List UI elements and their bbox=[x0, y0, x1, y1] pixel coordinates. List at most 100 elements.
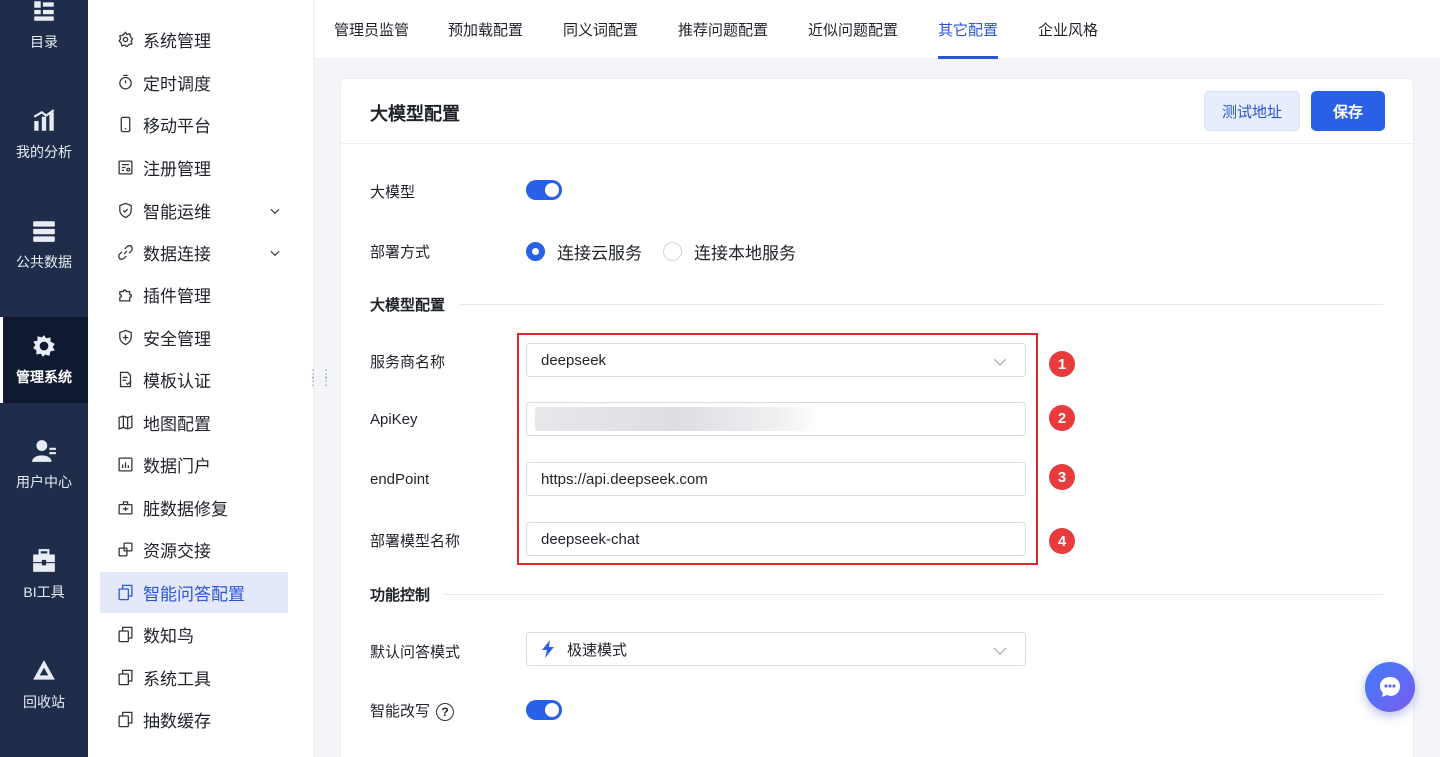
gear-icon bbox=[116, 31, 134, 49]
subnav-item-shuzhiniao[interactable]: 数知鸟 bbox=[100, 614, 288, 655]
subnav-item-label: 系统工具 bbox=[143, 670, 211, 689]
subnav-item-label: 定时调度 bbox=[143, 75, 211, 94]
tab-admin-supervision[interactable]: 管理员监管 bbox=[334, 0, 409, 59]
annotation-badge-4: 4 bbox=[1049, 528, 1075, 554]
catalog-icon bbox=[31, 0, 57, 24]
llm-toggle[interactable] bbox=[526, 180, 562, 200]
radio-label: 连接本地服务 bbox=[694, 244, 796, 263]
subnav-item-data-connection[interactable]: 数据连接 bbox=[100, 232, 288, 273]
copy-icon bbox=[116, 626, 134, 644]
rail-item-bi-tools[interactable]: BI工具 bbox=[0, 532, 88, 618]
tab-other-config[interactable]: 其它配置 bbox=[938, 0, 999, 59]
subnav-item-label: 插件管理 bbox=[143, 287, 211, 306]
llm-config-card: 大模型配置 测试地址 保存 大模型 部署方式 连接云服务 连接本地服务 大模型配… bbox=[340, 78, 1414, 757]
subnav-item-template-cert[interactable]: 模板认证 bbox=[100, 359, 288, 400]
rail-item-label: 回收站 bbox=[23, 694, 65, 710]
subnav-item-smart-ops[interactable]: 智能运维 bbox=[100, 190, 288, 231]
rail-item-recycle[interactable]: 回收站 bbox=[0, 642, 88, 728]
section-title: 功能控制 bbox=[370, 587, 431, 604]
subnav-item-label: 数据连接 bbox=[143, 245, 211, 264]
subnav-item-label: 数知鸟 bbox=[143, 627, 194, 646]
lightning-icon bbox=[541, 640, 555, 658]
rail-item-label: 目录 bbox=[30, 34, 58, 50]
subnav-item-label: 脏数据修复 bbox=[143, 500, 228, 519]
annotation-badge-1: 1 bbox=[1049, 351, 1075, 377]
smart-rewrite-toggle[interactable] bbox=[526, 700, 562, 720]
gear-settings-icon bbox=[31, 333, 57, 359]
subnav-item-label: 地图配置 bbox=[143, 415, 211, 434]
map-icon bbox=[116, 414, 134, 432]
recycle-icon bbox=[31, 658, 57, 684]
rail-item-public-data[interactable]: 公共数据 bbox=[0, 202, 88, 288]
provider-label: 服务商名称 bbox=[370, 354, 446, 371]
annotation-highlight-box bbox=[517, 333, 1038, 565]
toolbox-icon bbox=[31, 548, 57, 574]
chevron-down-icon bbox=[993, 643, 1007, 657]
subnav-item-label: 移动平台 bbox=[143, 117, 211, 136]
subnav-item-data-portal[interactable]: 数据门户 bbox=[100, 444, 288, 485]
annotation-badge-3: 3 bbox=[1049, 464, 1075, 490]
qa-mode-select[interactable]: 极速模式 bbox=[526, 632, 1026, 666]
chevron-down-icon[interactable] bbox=[268, 203, 282, 217]
subnav-item-system-management[interactable]: 系统管理 bbox=[100, 19, 288, 60]
smart-ops-icon bbox=[116, 202, 134, 220]
subnav-item-register[interactable]: 注册管理 bbox=[100, 147, 288, 188]
chat-bubble-icon bbox=[1380, 677, 1400, 697]
subnav-item-resource-handover[interactable]: 资源交接 bbox=[100, 529, 288, 570]
subnav-item-label: 数据门户 bbox=[143, 457, 211, 476]
rail-item-management[interactable]: 管理系统 bbox=[0, 317, 88, 403]
card-title: 大模型配置 bbox=[370, 104, 460, 124]
subnav-item-dirty-data-repair[interactable]: 脏数据修复 bbox=[100, 487, 288, 528]
test-address-button[interactable]: 测试地址 bbox=[1204, 91, 1300, 131]
radio-cloud-service[interactable]: 连接云服务 bbox=[526, 239, 642, 264]
sub-navigation: 系统管理 定时调度 移动平台 注册管理 智能运维 数据连接 插件管理 安全管理 … bbox=[88, 0, 314, 757]
subnav-item-system-tools[interactable]: 系统工具 bbox=[100, 657, 288, 698]
puzzle-icon bbox=[116, 286, 134, 304]
section-divider bbox=[444, 594, 1383, 595]
rail-item-label: 我的分析 bbox=[16, 144, 72, 160]
help-question-icon[interactable]: ? bbox=[436, 703, 455, 722]
annotation-badge-2: 2 bbox=[1049, 405, 1075, 431]
tab-similar-questions[interactable]: 近似问题配置 bbox=[808, 0, 898, 59]
subnav-item-mobile[interactable]: 移动平台 bbox=[100, 104, 288, 145]
repair-icon bbox=[116, 499, 134, 517]
resize-handle-icon[interactable]: ⋮⋮ ⋮⋮ bbox=[307, 368, 332, 393]
rail-item-catalog[interactable]: 目录 bbox=[0, 0, 88, 68]
subnav-item-label: 资源交接 bbox=[143, 542, 211, 561]
section-title: 大模型配置 bbox=[370, 297, 446, 314]
subnav-item-label: 智能运维 bbox=[143, 203, 211, 222]
save-button[interactable]: 保存 bbox=[1311, 91, 1385, 131]
analysis-chart-icon bbox=[31, 108, 57, 134]
radio-label: 连接云服务 bbox=[557, 244, 642, 263]
endpoint-label: endPoint bbox=[370, 471, 430, 488]
chat-assistant-button[interactable] bbox=[1365, 662, 1415, 712]
mobile-icon bbox=[116, 116, 134, 134]
subnav-item-scheduling[interactable]: 定时调度 bbox=[100, 62, 288, 103]
subnav-item-smart-qa-config[interactable]: 智能问答配置 bbox=[100, 572, 288, 613]
link-icon bbox=[116, 244, 134, 262]
subnav-item-label: 抽数缓存 bbox=[143, 712, 211, 731]
subnav-item-label: 模板认证 bbox=[143, 372, 211, 391]
rail-item-my-analysis[interactable]: 我的分析 bbox=[0, 92, 88, 178]
chevron-down-icon[interactable] bbox=[268, 245, 282, 259]
rail-item-label: 公共数据 bbox=[16, 254, 72, 270]
tab-recommended-questions[interactable]: 推荐问题配置 bbox=[678, 0, 768, 59]
handover-icon bbox=[116, 541, 134, 559]
subnav-item-extract-cache[interactable]: 抽数缓存 bbox=[100, 699, 288, 740]
subnav-item-security[interactable]: 安全管理 bbox=[100, 317, 288, 358]
subnav-item-label: 注册管理 bbox=[143, 160, 211, 179]
tab-enterprise-style[interactable]: 企业风格 bbox=[1038, 0, 1098, 59]
radio-local-service[interactable]: 连接本地服务 bbox=[663, 239, 796, 264]
subnav-item-map-config[interactable]: 地图配置 bbox=[100, 402, 288, 443]
subnav-item-plugins[interactable]: 插件管理 bbox=[100, 274, 288, 315]
template-icon bbox=[116, 371, 134, 389]
tab-preload-config[interactable]: 预加载配置 bbox=[448, 0, 523, 59]
smart-rewrite-label: 智能改写? bbox=[370, 700, 455, 722]
card-header: 大模型配置 测试地址 保存 bbox=[341, 79, 1413, 144]
user-icon bbox=[31, 438, 57, 464]
tab-synonym-config[interactable]: 同义词配置 bbox=[563, 0, 638, 59]
subnav-item-label: 安全管理 bbox=[143, 330, 211, 349]
section-divider bbox=[459, 304, 1383, 305]
rail-item-user-center[interactable]: 用户中心 bbox=[0, 422, 88, 508]
portal-icon bbox=[116, 456, 134, 474]
